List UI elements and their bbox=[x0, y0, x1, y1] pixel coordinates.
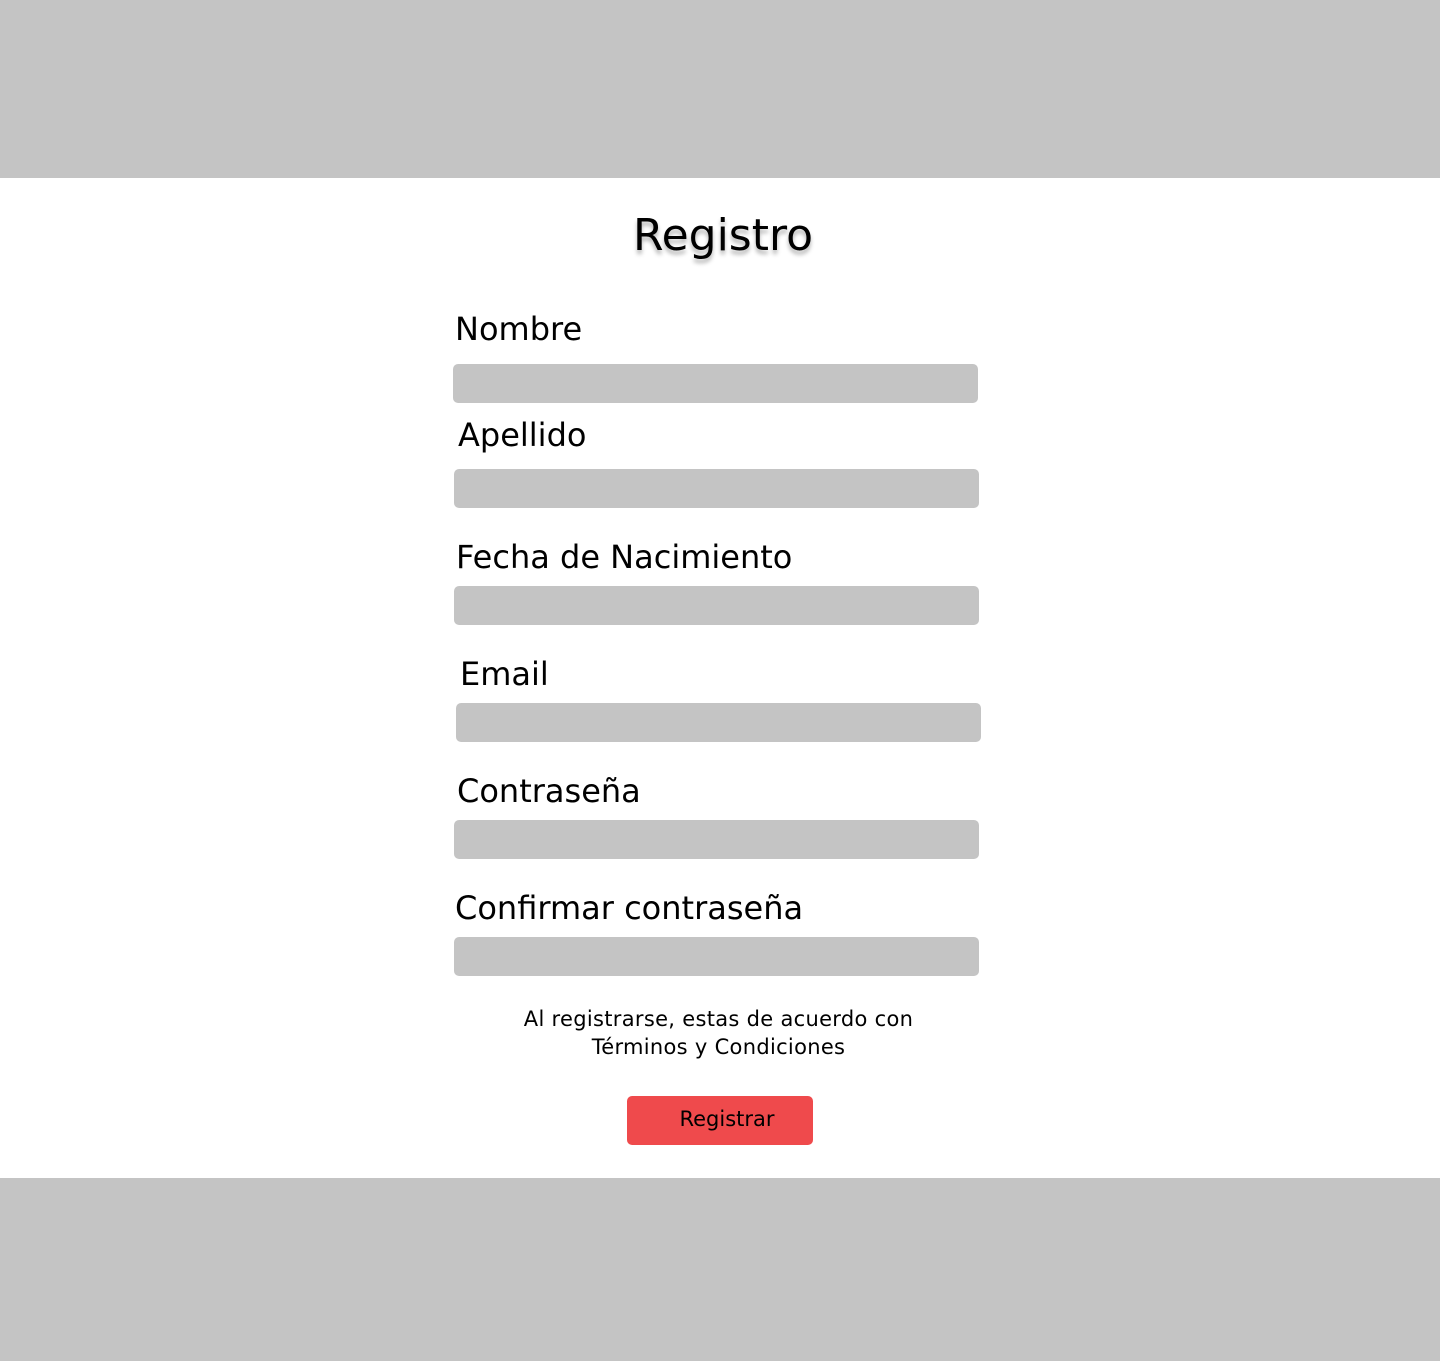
page-title: Registro bbox=[632, 210, 814, 261]
email-label: Email bbox=[460, 655, 549, 693]
fecha-nacimiento-input[interactable] bbox=[454, 586, 979, 625]
nombre-label: Nombre bbox=[455, 310, 583, 348]
footer-bar bbox=[0, 1178, 1440, 1361]
confirmar-contrasena-input[interactable] bbox=[454, 937, 979, 976]
terms-notice: Al registrarse, estas de acuerdo con Tér… bbox=[440, 1005, 997, 1061]
apellido-input[interactable] bbox=[454, 469, 979, 508]
terms-conditions-link[interactable]: Términos y Condiciones bbox=[440, 1033, 997, 1061]
email-input[interactable] bbox=[456, 703, 981, 742]
nombre-input[interactable] bbox=[453, 364, 978, 403]
apellido-label: Apellido bbox=[458, 416, 587, 454]
fecha-nacimiento-label: Fecha de Nacimiento bbox=[456, 538, 793, 576]
registrar-button[interactable]: Registrar bbox=[627, 1096, 813, 1145]
contrasena-input[interactable] bbox=[454, 820, 979, 859]
confirmar-contrasena-label: Confirmar contraseña bbox=[455, 889, 804, 927]
contrasena-label: Contraseña bbox=[457, 772, 641, 810]
terms-text: Al registrarse, estas de acuerdo con bbox=[523, 1007, 914, 1031]
header-bar bbox=[0, 0, 1440, 178]
